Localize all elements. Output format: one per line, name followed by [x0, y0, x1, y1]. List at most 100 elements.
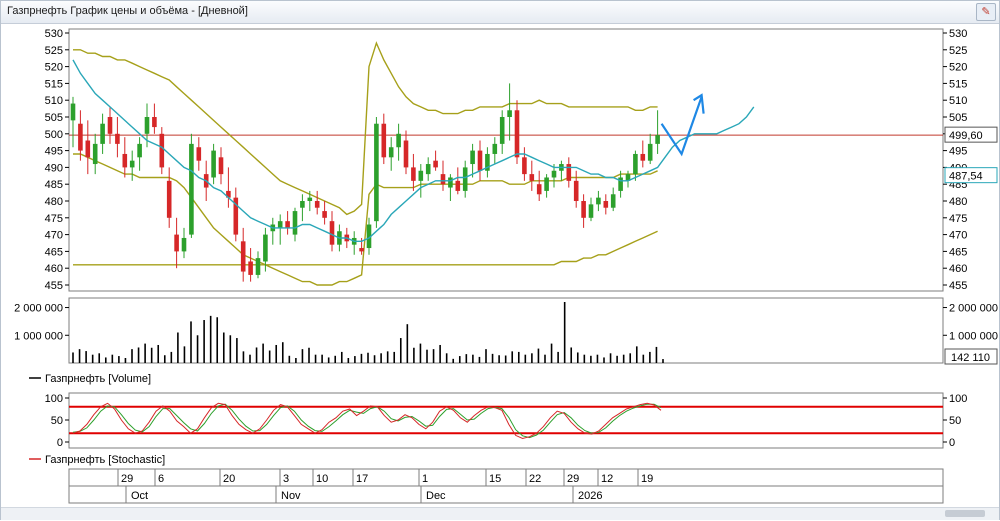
horizontal-scrollbar[interactable]: [1, 507, 999, 520]
candle-body: [85, 140, 91, 158]
candle-body: [433, 160, 438, 168]
candle-body: [240, 241, 246, 272]
volume-axis-label-right: 1 000 000: [949, 330, 998, 342]
candle-body: [566, 164, 572, 181]
date-month-label: 2026: [578, 490, 602, 502]
candle-body: [100, 123, 105, 144]
candle-body: [277, 221, 283, 228]
price-axis-label-right: 465: [949, 246, 967, 258]
stoch-axis-label-left: 100: [45, 393, 63, 405]
price-axis-label-left: 455: [45, 280, 63, 292]
candle-body: [507, 110, 512, 117]
candle-body: [536, 184, 542, 195]
candle-body: [263, 234, 268, 262]
volume-legend: Газпрнефть [Volume]: [45, 373, 151, 385]
volume-axis-label-right: 2 000 000: [949, 303, 998, 315]
price-axis-label-left: 495: [45, 146, 63, 158]
candle-body: [492, 143, 498, 154]
candle-body: [152, 117, 157, 128]
date-day-label: 6: [158, 473, 164, 485]
candle-body: [196, 147, 202, 161]
candle-body: [477, 150, 483, 171]
volume-panel: [68, 297, 944, 364]
chart-window: Газпрнефть График цены и объёма - [Дневн…: [0, 0, 1000, 520]
date-day-label: 10: [316, 473, 328, 485]
ma-value-label: 487,54: [949, 171, 983, 183]
candle-body: [544, 177, 549, 191]
candle-body: [359, 248, 364, 252]
candle-body: [388, 147, 394, 158]
candle-body: [411, 167, 416, 181]
candle-body: [655, 135, 660, 144]
candle-body: [640, 153, 646, 161]
date-day-label: 3: [283, 473, 289, 485]
volume-last-label: 142 110: [951, 352, 990, 364]
candle-body: [181, 237, 187, 252]
candle-body: [292, 211, 298, 235]
candle-body: [462, 167, 468, 191]
price-axis-label-right: 455: [949, 280, 967, 292]
date-day-label: 19: [641, 473, 653, 485]
price-axis-label-left: 520: [45, 62, 63, 74]
price-axis-label-right: 480: [949, 196, 967, 208]
candle-body: [307, 197, 313, 201]
candle-body: [374, 123, 379, 222]
price-axis-label-left: 525: [45, 45, 63, 57]
price-axis-label-right: 510: [949, 95, 967, 107]
candle-body: [189, 143, 194, 235]
candle-body: [174, 234, 179, 252]
stoch-axis-label-right: 100: [949, 393, 967, 405]
chart-canvas: 455 455 460 460 465 465 470 470 475 475 480 480 485 4…: [14, 28, 998, 504]
price-axis-label-right: 460: [949, 263, 967, 275]
candle-body: [285, 221, 290, 228]
candle-body: [122, 153, 128, 168]
candle-body: [211, 150, 216, 178]
price-axis-label-left: 460: [45, 263, 63, 275]
price-axis-label-left: 480: [45, 196, 63, 208]
candle-body: [573, 180, 579, 201]
candle-body: [78, 123, 83, 151]
candle-body: [159, 133, 165, 168]
price-axis-label-right: 505: [949, 112, 967, 124]
price-axis-label-right: 475: [949, 213, 967, 225]
price-axis-label-left: 500: [45, 129, 63, 141]
candle-body: [137, 143, 142, 158]
candle-body: [418, 170, 424, 181]
stoch-axis-label-right: 0: [949, 437, 955, 449]
stoch-axis-label-left: 0: [57, 437, 63, 449]
price-axis-label-left: 475: [45, 213, 63, 225]
candle-body: [129, 160, 135, 168]
date-day-label: 1: [422, 473, 428, 485]
candle-body: [529, 174, 535, 181]
candle-body: [455, 180, 461, 191]
candle-body: [647, 143, 653, 161]
candle-body: [92, 143, 98, 165]
candle-body: [166, 180, 172, 218]
candle-body: [522, 157, 527, 175]
price-axis-label-right: 495: [949, 146, 967, 158]
date-month-label: Dec: [426, 490, 446, 502]
stoch-axis-label-right: 50: [949, 415, 961, 427]
candle-body: [440, 174, 446, 185]
scrollbar-thumb[interactable]: [945, 510, 985, 517]
price-axis-label-left: 485: [45, 179, 63, 191]
date-day-label: 17: [356, 473, 368, 485]
candle-body: [603, 201, 609, 208]
candle-body: [255, 258, 261, 275]
price-axis-label-left: 510: [45, 95, 63, 107]
candle-body: [633, 153, 638, 175]
candle-body: [396, 133, 401, 148]
date-day-label: 12: [601, 473, 613, 485]
candle-body: [448, 177, 453, 188]
candle-body: [107, 117, 113, 134]
candle-body: [514, 110, 520, 158]
date-day-label: 29: [121, 473, 133, 485]
date-day-label: 29: [567, 473, 579, 485]
candle-body: [551, 170, 557, 178]
volume-axis-label-left: 2 000 000: [14, 303, 63, 315]
stoch-legend: Газпрнефть [Stochastic]: [45, 454, 165, 466]
candle-body: [581, 201, 586, 218]
last-price-label: 499,60: [949, 130, 983, 142]
candle-body: [588, 204, 594, 218]
candle-body: [144, 117, 150, 134]
